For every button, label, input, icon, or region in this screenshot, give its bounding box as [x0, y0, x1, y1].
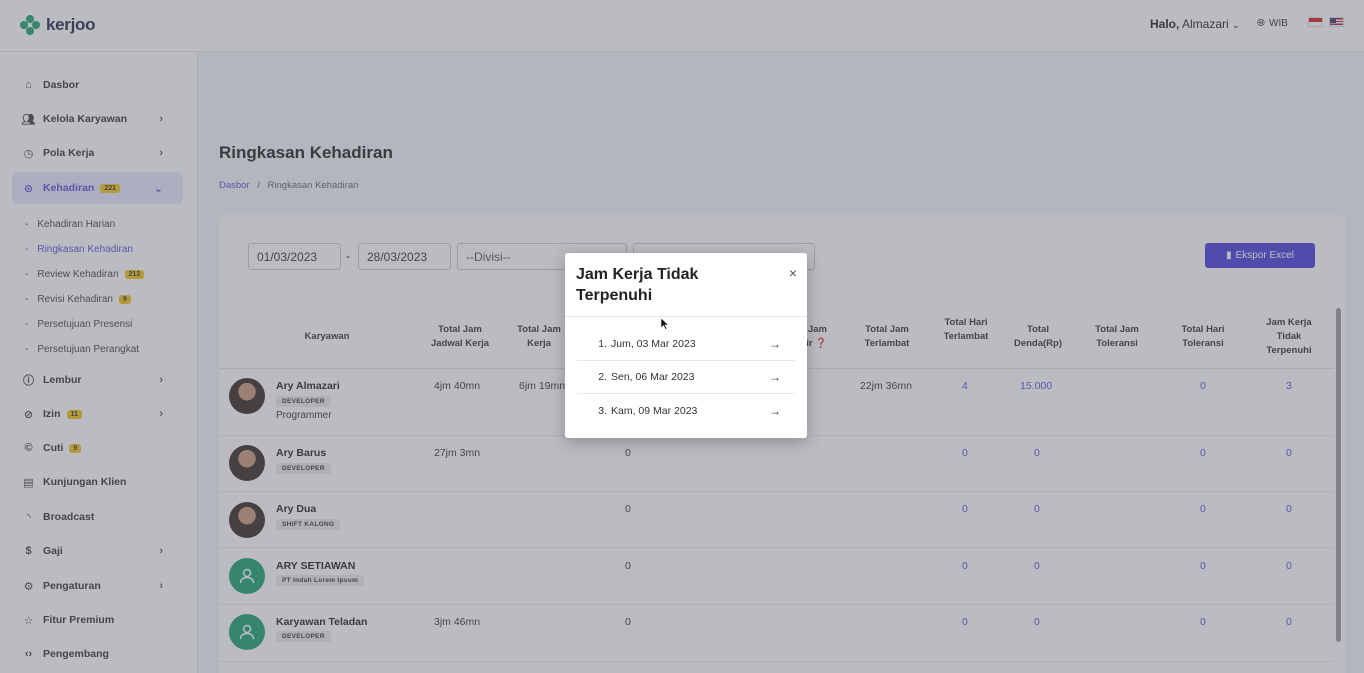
date-list-item[interactable]: 3. Kam, 09 Mar 2023 → — [577, 394, 795, 427]
arrow-right-icon: → — [769, 403, 781, 418]
mouse-cursor-icon — [661, 318, 669, 330]
item-date: Sen, 06 Mar 2023 — [611, 371, 695, 383]
item-number: 3. — [598, 404, 607, 417]
date-list-item[interactable]: 1. Jum, 03 Mar 2023 → — [577, 328, 795, 361]
item-date: Kam, 09 Mar 2023 — [611, 404, 698, 417]
modal-title: Jam Kerja Tidak Terpenuhi — [576, 266, 699, 304]
modal-divider — [565, 316, 807, 317]
arrow-right-icon: → — [769, 337, 781, 351]
date-list-item[interactable]: 2. Sen, 06 Mar 2023 → — [577, 361, 795, 394]
item-number: 1. — [598, 338, 607, 350]
item-date: Jum, 03 Mar 2023 — [611, 338, 696, 350]
item-number: 2. — [598, 371, 607, 383]
arrow-right-icon: → — [769, 370, 781, 384]
close-icon[interactable]: × — [789, 265, 797, 281]
unmet-hours-modal: Jam Kerja Tidak Terpenuhi × 1. Jum, 03 M… — [565, 253, 807, 438]
